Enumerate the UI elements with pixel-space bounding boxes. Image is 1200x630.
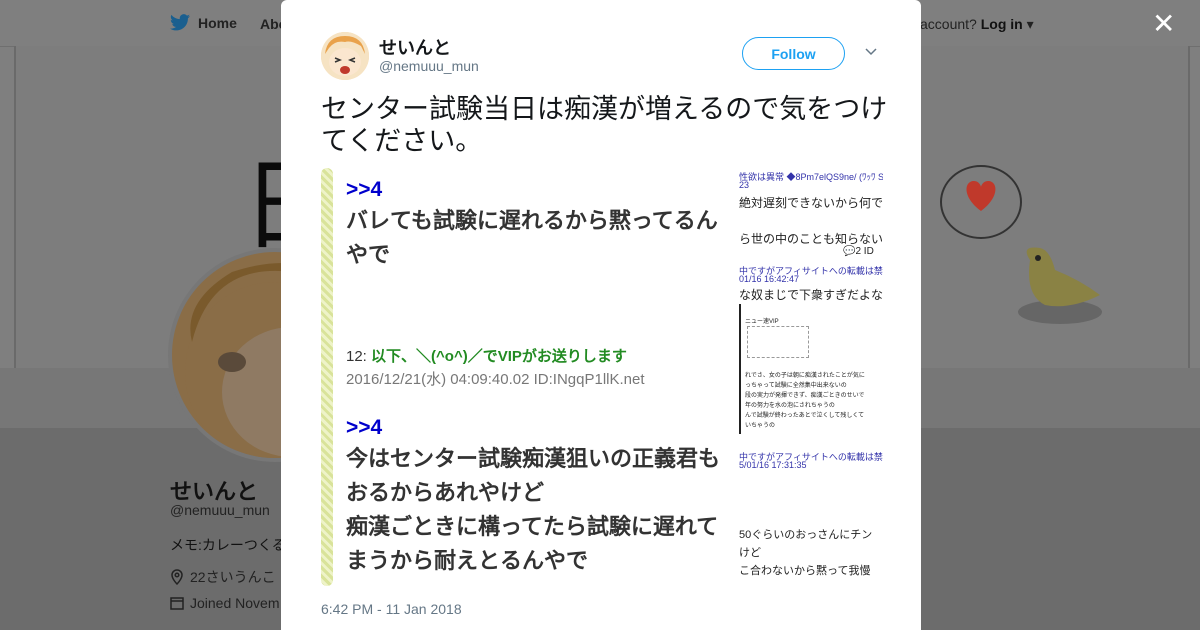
- location-pin-icon: [171, 569, 183, 585]
- thumb-line-5: 💬2 ID: [843, 246, 874, 257]
- media-post-1: >>4 バレても試験に遅れるから黙ってるんやで: [346, 178, 726, 272]
- post-2-body-line-2: 痴漢ごときに構ってたら試験に遅れてまうから耐えとるんやで: [346, 514, 719, 573]
- post-1-body: バレても試験に遅れるから黙ってるんやで: [346, 208, 718, 267]
- thumb-line-11: っちゃって試験に全然集中出来ないの: [745, 383, 847, 389]
- profile-joined-text: Joined Novem: [190, 595, 280, 611]
- post-1-ref: >>4: [346, 178, 383, 201]
- nav-account: account? Log in ▾: [920, 16, 1034, 33]
- thumb-line-7: 01/16 16:42:47: [739, 274, 800, 284]
- calendar-icon: [170, 597, 184, 610]
- thumb-line-2: 23: [739, 180, 750, 190]
- twitter-bird-icon: [170, 14, 190, 31]
- post-2-body-line-1: 今はセンター試験痴漢狙いの正義君もおるからあれやけど: [346, 446, 721, 505]
- thumb-line-13: 年の努力を水の泡にされちゃうの: [745, 403, 835, 409]
- tweet-media-image[interactable]: >>4 バレても試験に遅れるから黙ってるんやで 12: 以下、＼(^o^)／でV…: [321, 168, 883, 588]
- profile-bio: メモ:カレーつくる: [170, 537, 286, 553]
- nav-home[interactable]: Home: [170, 14, 237, 31]
- tweet-modal: せいんと @nemuuu_mun Follow センター試験当日は痴漢が増えるの…: [281, 0, 921, 630]
- post-meta-number: 12:: [346, 348, 367, 365]
- author-name[interactable]: せいんと: [379, 34, 451, 60]
- thumb-line-4: ら世の中のことも知らない: [739, 232, 883, 246]
- thumb-inner-image: [747, 326, 809, 358]
- thumb-line-9: ニュー速VIP: [745, 319, 779, 325]
- post-2-ref: >>4: [346, 416, 383, 439]
- close-modal-button[interactable]: ✕: [1152, 10, 1175, 38]
- chevron-down-icon[interactable]: [865, 46, 877, 58]
- thumb-inner-screenshot: ニュー速VIP れでさ、女の子は朝に痴漢されたことが気に っちゃって試験に全然集…: [739, 304, 883, 434]
- tweet-text: センター試験当日は痴漢が増えるので気をつけてください。: [321, 94, 888, 156]
- thumb-line-15: いちゃうの: [745, 423, 776, 429]
- thumb-line-14: んで試験が終わったあとで泣くして残しくて: [745, 413, 865, 419]
- thumb-line-10: れでさ、女の子は朝に痴漢されたことが気に: [745, 373, 865, 379]
- media-post-meta: 12: 以下、＼(^o^)／でVIPがお送りします 2016/12/21(水) …: [346, 345, 731, 391]
- author-avatar[interactable]: [321, 32, 369, 80]
- profile-joined: Joined Novem: [170, 595, 280, 611]
- tweet-timestamp[interactable]: 6:42 PM - 11 Jan 2018: [321, 601, 462, 617]
- profile-handle: @nemuuu_mun: [170, 502, 270, 518]
- bird-illustration: [1018, 247, 1102, 324]
- author-handle[interactable]: @nemuuu_mun: [379, 58, 479, 74]
- account-prompt: account?: [920, 16, 977, 32]
- post-meta-date: 2016/12/21(水) 04:09:40.02 ID:INgqP1llK.n…: [346, 371, 645, 388]
- thumb-line-17: 5/01/16 17:31:35: [739, 460, 807, 470]
- post-meta-poster: 以下、＼(^o^)／でVIPがお送りします: [371, 348, 627, 365]
- thumb-line-19: けど: [739, 547, 761, 559]
- media-post-2: >>4 今はセンター試験痴漢狙いの正義君もおるからあれやけど 痴漢ごときに構って…: [346, 416, 731, 578]
- login-caret-icon: ▾: [1022, 16, 1034, 32]
- thumb-line-8: な奴まじで下衆すぎだよな: [739, 288, 883, 302]
- post-meta-line: 12: 以下、＼(^o^)／でVIPがお送りします 2016/12/21(水) …: [346, 345, 731, 391]
- login-link[interactable]: Log in: [981, 16, 1023, 32]
- thumb-line-3: 絶対遅刻できないから何で: [739, 196, 883, 210]
- follow-button[interactable]: Follow: [742, 37, 845, 70]
- profile-location-text: 22さいうんこ: [190, 569, 276, 585]
- profile-location: 22さいうんこ: [170, 567, 276, 587]
- media-stripe: [321, 168, 333, 586]
- thumb-line-18: 50ぐらいのおっさんにチン: [739, 529, 873, 541]
- heart-bubble-illustration: [940, 165, 1022, 239]
- nav-home-label: Home: [198, 14, 237, 31]
- thumb-line-20: こ合わないから黙って我慢: [739, 565, 871, 577]
- thumb-line-12: 段の実力が発揮できず、痴漢ごときのせいで: [745, 393, 865, 399]
- media-thumbnail-screenshot: 性欲は異常 ◆8Pm7elQS9ne/ (ﾜｯﾜ S 23 絶対遅刻できないから…: [739, 168, 883, 588]
